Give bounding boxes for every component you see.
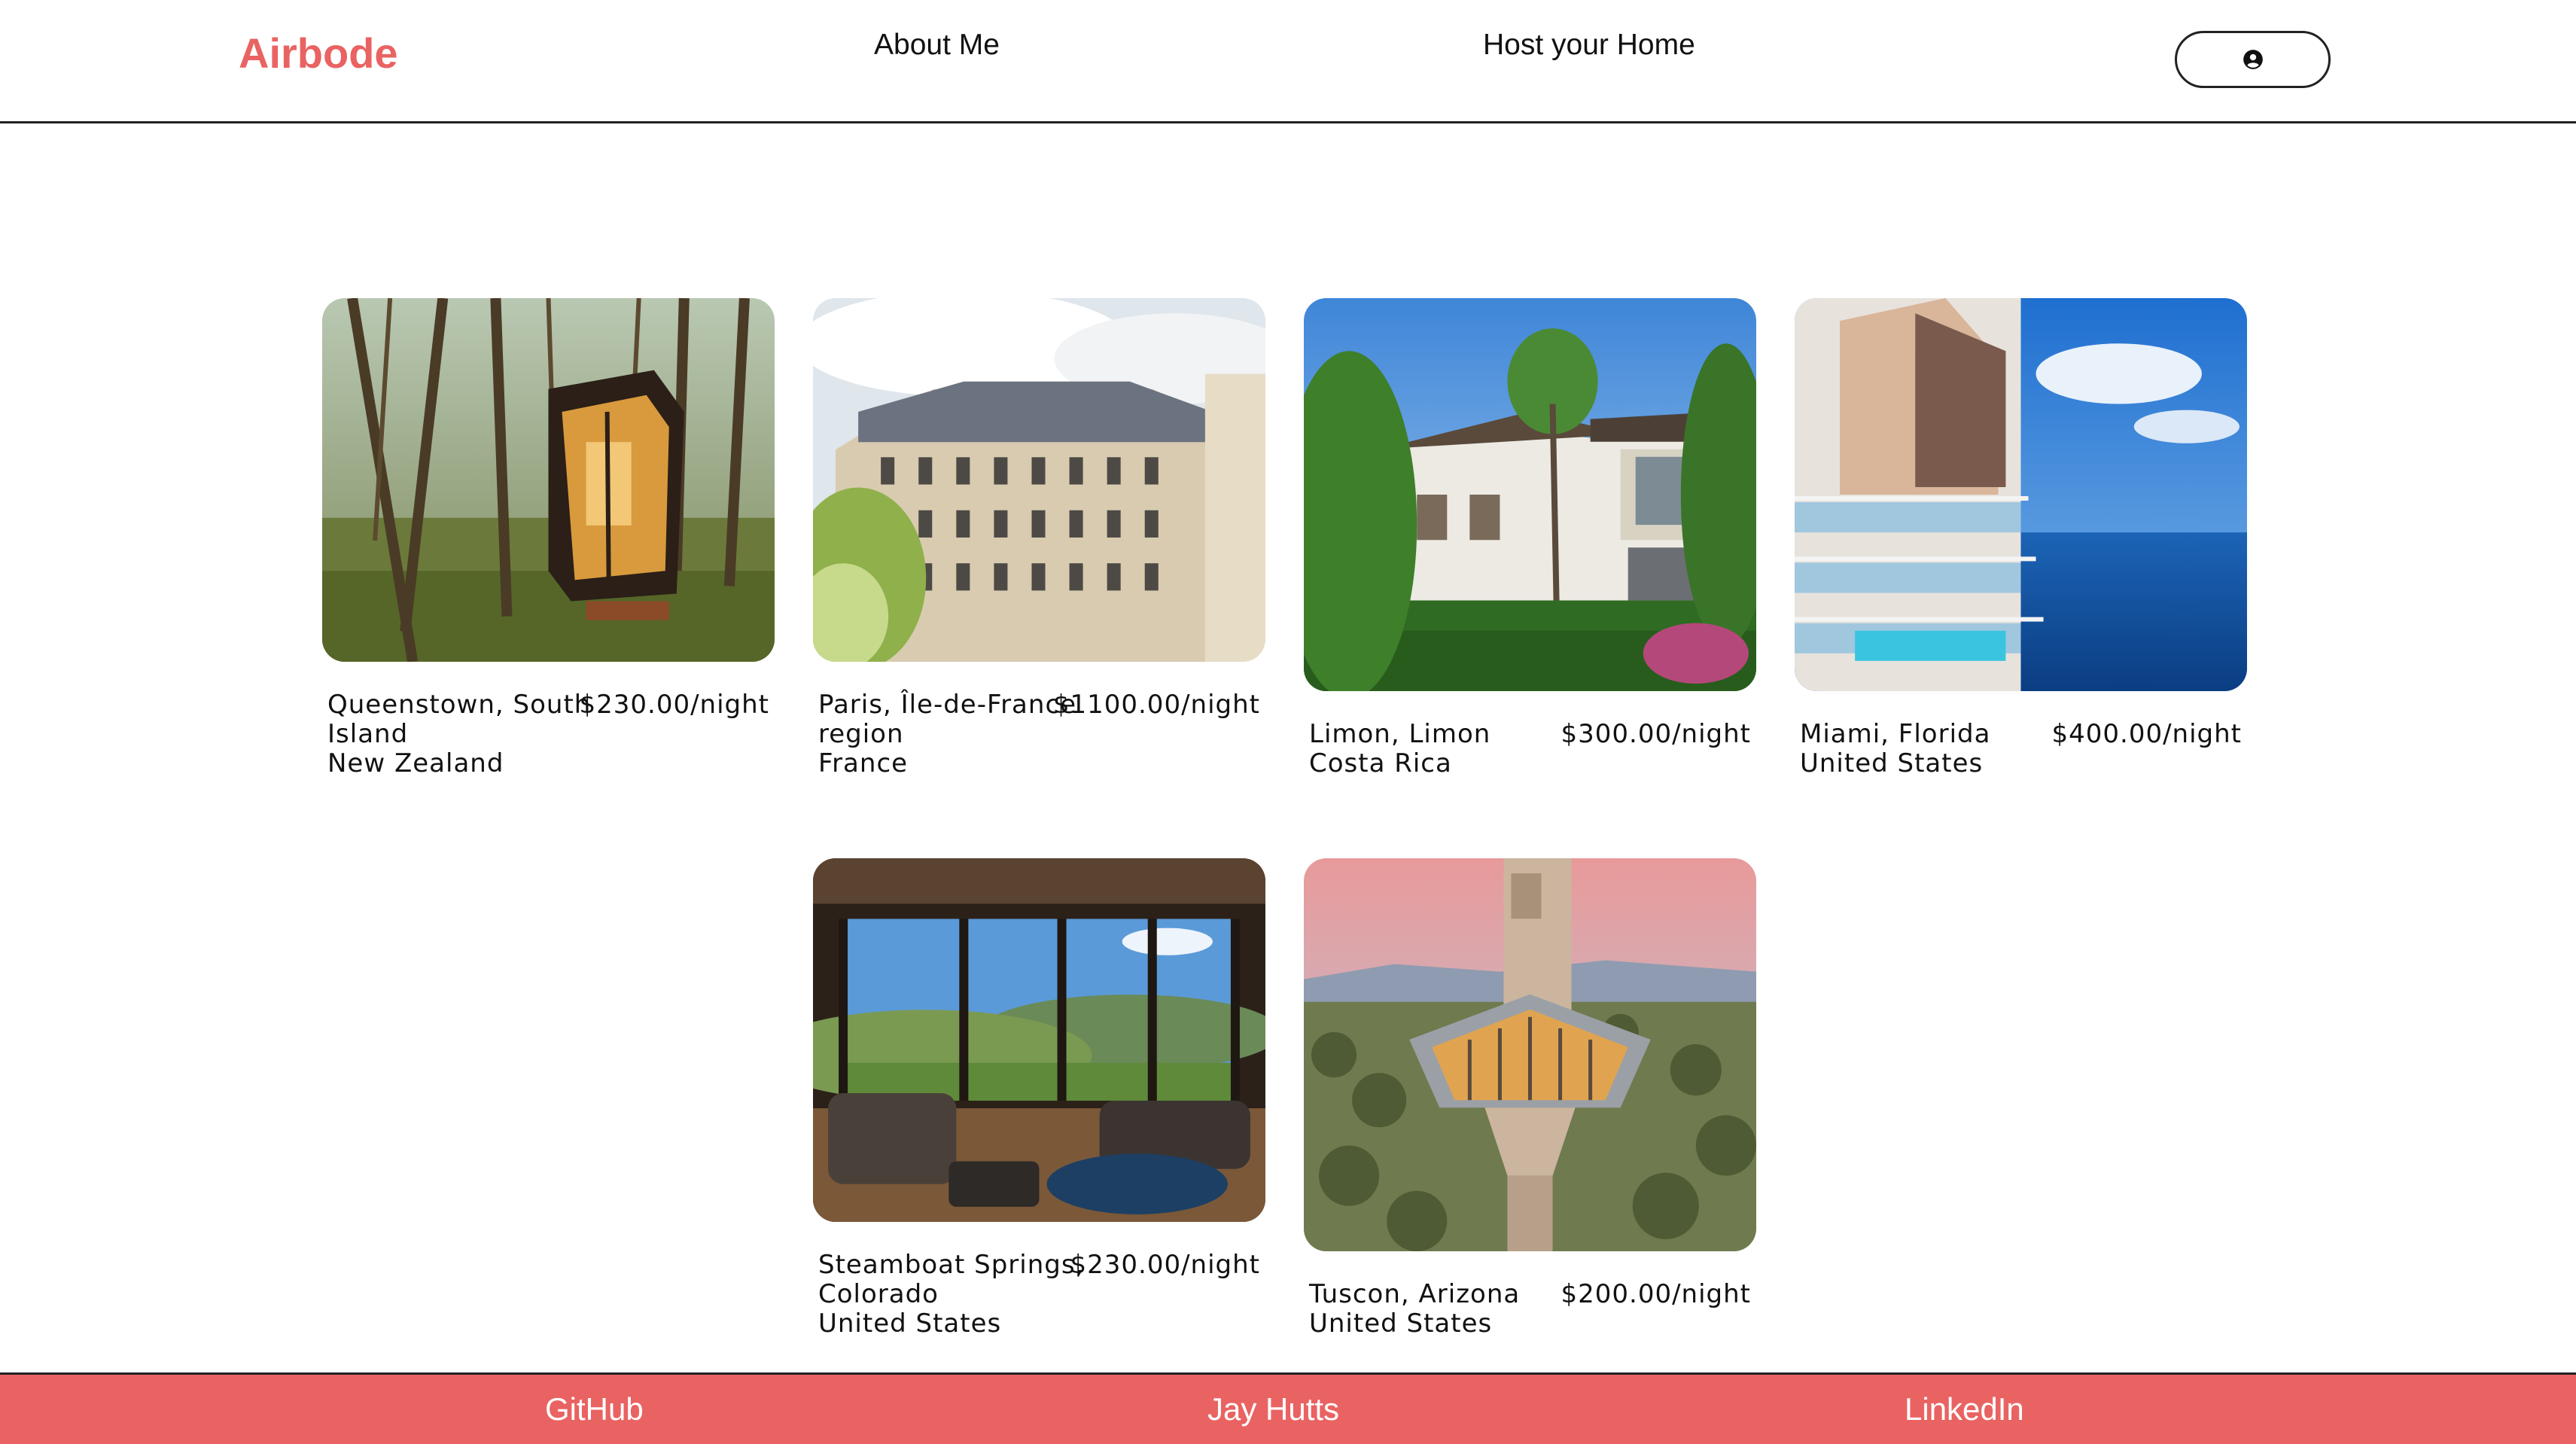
user-circle-icon <box>2243 50 2263 69</box>
listing-info: Limon, Limon Costa Rica $300.00/night <box>1304 720 1756 778</box>
listing-info: Paris, Île-de-France region France $1100… <box>813 690 1265 778</box>
listing-card-queenstown[interactable]: Queenstown, South Island New Zealand $23… <box>322 298 775 778</box>
footer-linkedin-link[interactable]: LinkedIn <box>1905 1391 2024 1427</box>
nav-about-me-link[interactable]: About Me <box>874 29 1000 62</box>
listing-location: Miami, Florida <box>1800 719 1991 749</box>
listing-price: $230.00/night <box>579 690 769 720</box>
listing-card-miami[interactable]: Miami, Florida United States $400.00/nig… <box>1795 298 2247 778</box>
footer-github-link[interactable]: GitHub <box>545 1391 644 1427</box>
listing-card-tuscon[interactable]: Tuscon, Arizona United States $200.00/ni… <box>1304 858 1756 1339</box>
tropical-villa-photo[interactable] <box>1304 298 1756 691</box>
listing-price: $230.00/night <box>1070 1250 1260 1280</box>
listing-country: Costa Rica <box>1309 748 1452 778</box>
oceanfront-condo-photo[interactable] <box>1795 298 2247 691</box>
listing-country: France <box>818 748 909 778</box>
listing-card-limon[interactable]: Limon, Limon Costa Rica $300.00/night <box>1304 298 1756 778</box>
listing-country: United States <box>1309 1308 1493 1339</box>
listing-price: $300.00/night <box>1561 719 1751 749</box>
listing-info: Miami, Florida United States $400.00/nig… <box>1795 720 2247 778</box>
nav-host-your-home-link[interactable]: Host your Home <box>1483 29 1695 62</box>
desert-tower-house-photo[interactable] <box>1304 858 1756 1251</box>
listing-country: United States <box>818 1308 1002 1339</box>
listing-card-paris[interactable]: Paris, Île-de-France region France $1100… <box>813 298 1265 778</box>
profile-menu-button[interactable] <box>2175 31 2331 88</box>
listing-info: Queenstown, South Island New Zealand $23… <box>322 690 775 778</box>
forest-cabin-photo[interactable] <box>322 298 775 662</box>
listing-price: $200.00/night <box>1561 1279 1751 1309</box>
listing-country: New Zealand <box>327 748 504 778</box>
listing-price: $400.00/night <box>2051 719 2242 749</box>
listing-location: Steamboat Springs, Colorado <box>818 1250 1085 1309</box>
listing-info: Tuscon, Arizona United States $200.00/ni… <box>1304 1280 1756 1339</box>
listing-price: $1100.00/night <box>1052 690 1260 720</box>
top-nav-bar: Airbode About Me Host your Home <box>0 0 2576 123</box>
listing-location: Tuscon, Arizona <box>1309 1279 1521 1309</box>
footer-author-name: Jay Hutts <box>1207 1391 1340 1427</box>
footer-bar: GitHub Jay Hutts LinkedIn <box>0 1372 2576 1444</box>
listing-location: Queenstown, South Island <box>327 690 592 749</box>
listing-info: Steamboat Springs, Colorado United State… <box>813 1251 1265 1339</box>
mountain-living-room-photo[interactable] <box>813 858 1265 1222</box>
listing-card-steamboat-springs[interactable]: Steamboat Springs, Colorado United State… <box>813 858 1265 1339</box>
listing-location: Paris, Île-de-France region <box>818 690 1077 749</box>
airbode-logo[interactable]: Airbode <box>239 29 398 78</box>
listing-country: United States <box>1800 748 1984 778</box>
paris-apartments-photo[interactable] <box>813 298 1265 662</box>
listing-location: Limon, Limon <box>1309 719 1491 749</box>
